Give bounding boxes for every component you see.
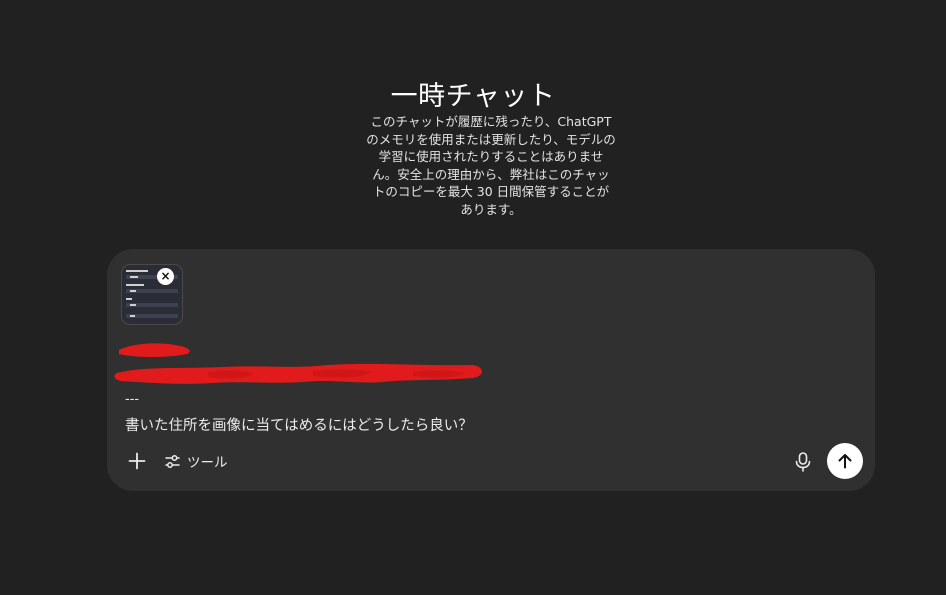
message-input-text[interactable]: 書いた住所を画像に当てはめるにはどうしたら良い？ xyxy=(125,414,473,435)
sliders-icon xyxy=(165,454,180,468)
add-attachment-button[interactable] xyxy=(125,449,149,473)
remove-attachment-button[interactable]: × xyxy=(157,268,174,285)
thumbnail-text-line xyxy=(126,298,132,300)
thumbnail-text-line xyxy=(130,290,136,292)
redaction-scribble xyxy=(114,343,482,384)
thumbnail-text-line xyxy=(126,284,144,286)
send-button[interactable] xyxy=(827,443,863,479)
page-title: 一時チャット xyxy=(390,81,556,112)
tools-label: ツール xyxy=(187,455,228,471)
description-line: あります。 xyxy=(460,201,522,217)
tools-button[interactable]: ツール xyxy=(164,450,228,472)
arrow-up-icon xyxy=(838,454,852,469)
description-line: このチャットが履歴に残ったり、ChatGPT xyxy=(370,114,612,129)
description-line: ん。安全上の理由から、弊社はこのチャッ xyxy=(372,166,610,182)
description-line: トのコピーを最大 30 日間保管することが xyxy=(372,184,610,199)
thumbnail-text-line xyxy=(130,304,136,306)
thumbnail-text-line xyxy=(130,315,135,317)
description-line: のメモリを使用または更新したり、モデルの xyxy=(366,131,616,147)
thumbnail-text-line xyxy=(126,270,148,272)
thumbnail-text-line xyxy=(130,276,138,278)
message-composer[interactable]: × --- 書いた住所を画像に当てはめるにはどうしたら良い？ ツール xyxy=(107,249,875,491)
microphone-icon xyxy=(795,452,811,472)
temporary-chat-description: このチャットが履歴に残ったり、ChatGPT のメモリを使用または更新したり、モ… xyxy=(364,113,618,218)
temporary-chat-page: 一時チャット このチャットが履歴に残ったり、ChatGPT のメモリを使用または… xyxy=(0,0,946,595)
attached-image-thumbnail[interactable] xyxy=(121,264,183,325)
description-line: 学習に使用されたりすることはありませ xyxy=(378,149,604,164)
plus-icon xyxy=(128,452,146,470)
message-separator: --- xyxy=(125,392,140,407)
dictate-button[interactable] xyxy=(793,451,813,473)
